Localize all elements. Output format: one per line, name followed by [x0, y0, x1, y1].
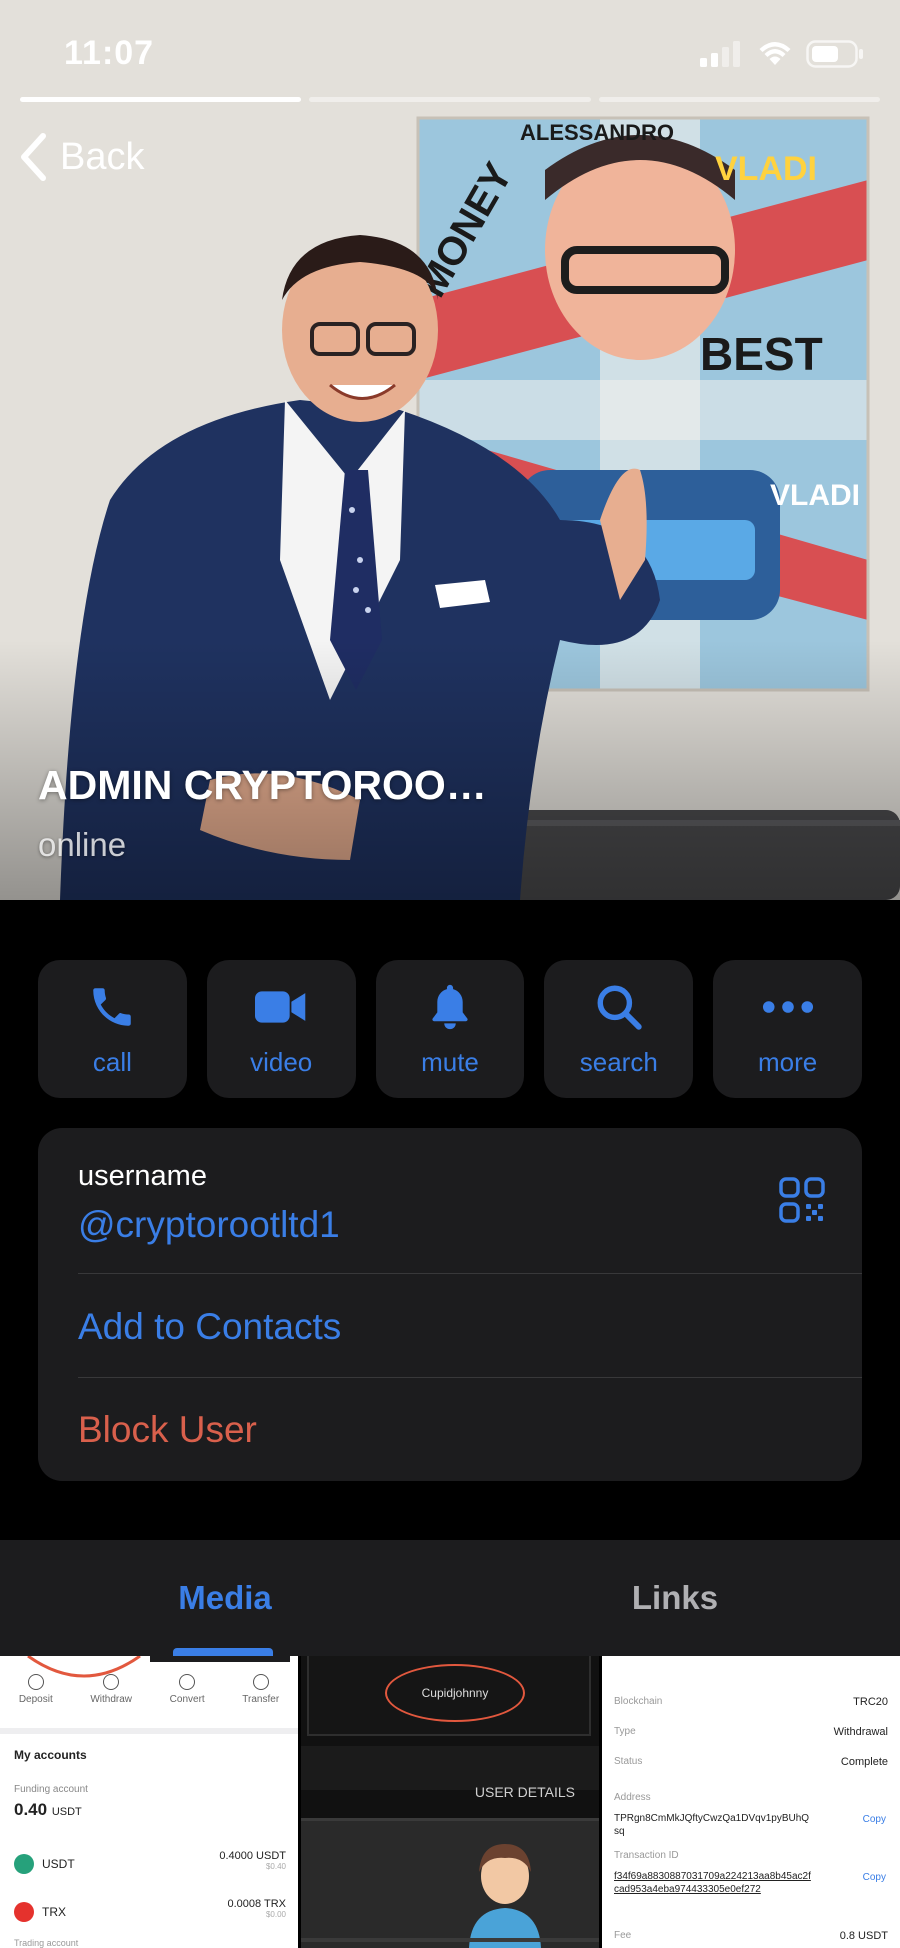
divider: [78, 1273, 862, 1274]
story-segment: [598, 97, 880, 102]
add-to-contacts-button[interactable]: Add to Contacts: [78, 1306, 341, 1348]
profile-header: MONEY BEST VLADI VLADI ALESSANDRO 11:07 …: [0, 0, 900, 900]
usdt-icon: [14, 1854, 34, 1874]
coin-row: USDT: [14, 1854, 75, 1874]
action-bar: call video mute search more: [38, 960, 862, 1098]
more-label: more: [757, 1046, 818, 1077]
user-details-heading: USER DETAILS: [474, 1784, 575, 1800]
media-thumbnail-wallet[interactable]: Deposit Withdraw Convert Transfer My acc…: [0, 1656, 298, 1948]
wallet-actions: Deposit Withdraw Convert Transfer: [0, 1674, 298, 1705]
status-icons: [700, 40, 864, 68]
deposit-icon: [27, 1674, 44, 1690]
story-segment: [309, 97, 591, 102]
call-label: call: [92, 1046, 132, 1077]
phone-icon: [86, 981, 138, 1033]
cellular-signal-icon: [700, 41, 740, 67]
funding-balance: 0.40 USDT: [14, 1800, 82, 1819]
wallet-title: My accounts: [14, 1748, 87, 1762]
story-progress: [20, 97, 880, 102]
back-label: Back: [60, 135, 145, 178]
media-thumbnail-user-details[interactable]: Cupidjohnny USER DETAILS: [301, 1656, 599, 1948]
trx-icon: [14, 1902, 34, 1922]
wifi-icon: [759, 42, 791, 65]
info-card: username @cryptorootltd1 Add to Contacts…: [38, 1128, 862, 1481]
search-label: search: [579, 1046, 658, 1077]
convert-icon: [179, 1674, 196, 1690]
battery-icon: [806, 40, 863, 68]
txid-value: f34f69a8830887031709a224213aa8b45ac2fcad…: [614, 1871, 811, 1895]
call-button[interactable]: call: [38, 960, 187, 1098]
username-annotation: Cupidjohnny: [385, 1664, 525, 1722]
withdraw-icon: [103, 1674, 120, 1690]
svg-text:VLADI: VLADI: [770, 479, 860, 512]
transfer-icon: [252, 1674, 269, 1690]
media-tabs: Media Links: [0, 1540, 900, 1656]
search-icon: [593, 981, 645, 1033]
username-caption: username: [78, 1160, 207, 1192]
svg-text:VLADI: VLADI: [715, 150, 817, 188]
funding-label: Funding account: [14, 1784, 88, 1795]
chevron-left-icon: [21, 133, 46, 181]
coin-row: TRX: [14, 1902, 66, 1922]
status-time: 11:07: [64, 34, 155, 72]
search-button[interactable]: search: [544, 960, 694, 1098]
svg-text:BEST: BEST: [700, 328, 823, 380]
username-link[interactable]: @cryptorootltd1: [78, 1204, 340, 1246]
copy-txid-button: Copy: [862, 1872, 886, 1883]
profile-status: online: [38, 826, 127, 863]
status-bar: 11:07: [0, 0, 900, 90]
divider: [78, 1377, 862, 1378]
more-button[interactable]: more: [713, 960, 862, 1098]
story-segment-active: [20, 97, 302, 102]
block-user-button[interactable]: Block User: [78, 1409, 257, 1451]
media-grid: Deposit Withdraw Convert Transfer My acc…: [0, 1656, 900, 1948]
mute-label: mute: [421, 1046, 479, 1077]
video-label: video: [250, 1046, 313, 1077]
mute-button[interactable]: mute: [375, 960, 525, 1098]
video-button[interactable]: video: [206, 960, 356, 1098]
username-row[interactable]: username @cryptorootltd1: [38, 1128, 862, 1273]
copy-address-button: Copy: [862, 1814, 886, 1825]
trading-account-label: Trading account: [14, 1938, 79, 1948]
svg-text:ALESSANDRO: ALESSANDRO: [520, 120, 674, 145]
back-button[interactable]: Back: [18, 132, 144, 182]
bell-icon: [424, 981, 476, 1033]
tab-links[interactable]: Links: [450, 1540, 900, 1656]
address-value: TPRgn8CmMkJQftyCwzQa1DVqv1pyBUhQsq: [614, 1813, 810, 1837]
media-thumbnail-transaction[interactable]: Blockchain TRC20 Type Withdrawal Status Com…: [602, 1656, 900, 1948]
tab-media[interactable]: Media: [0, 1540, 450, 1656]
video-camera-icon: [255, 981, 307, 1033]
active-tab-indicator: [173, 1648, 273, 1656]
profile-name: ADMIN CRYPTOROO…: [38, 762, 487, 808]
more-dots-icon: [762, 981, 814, 1033]
qr-code-icon[interactable]: [778, 1176, 826, 1224]
